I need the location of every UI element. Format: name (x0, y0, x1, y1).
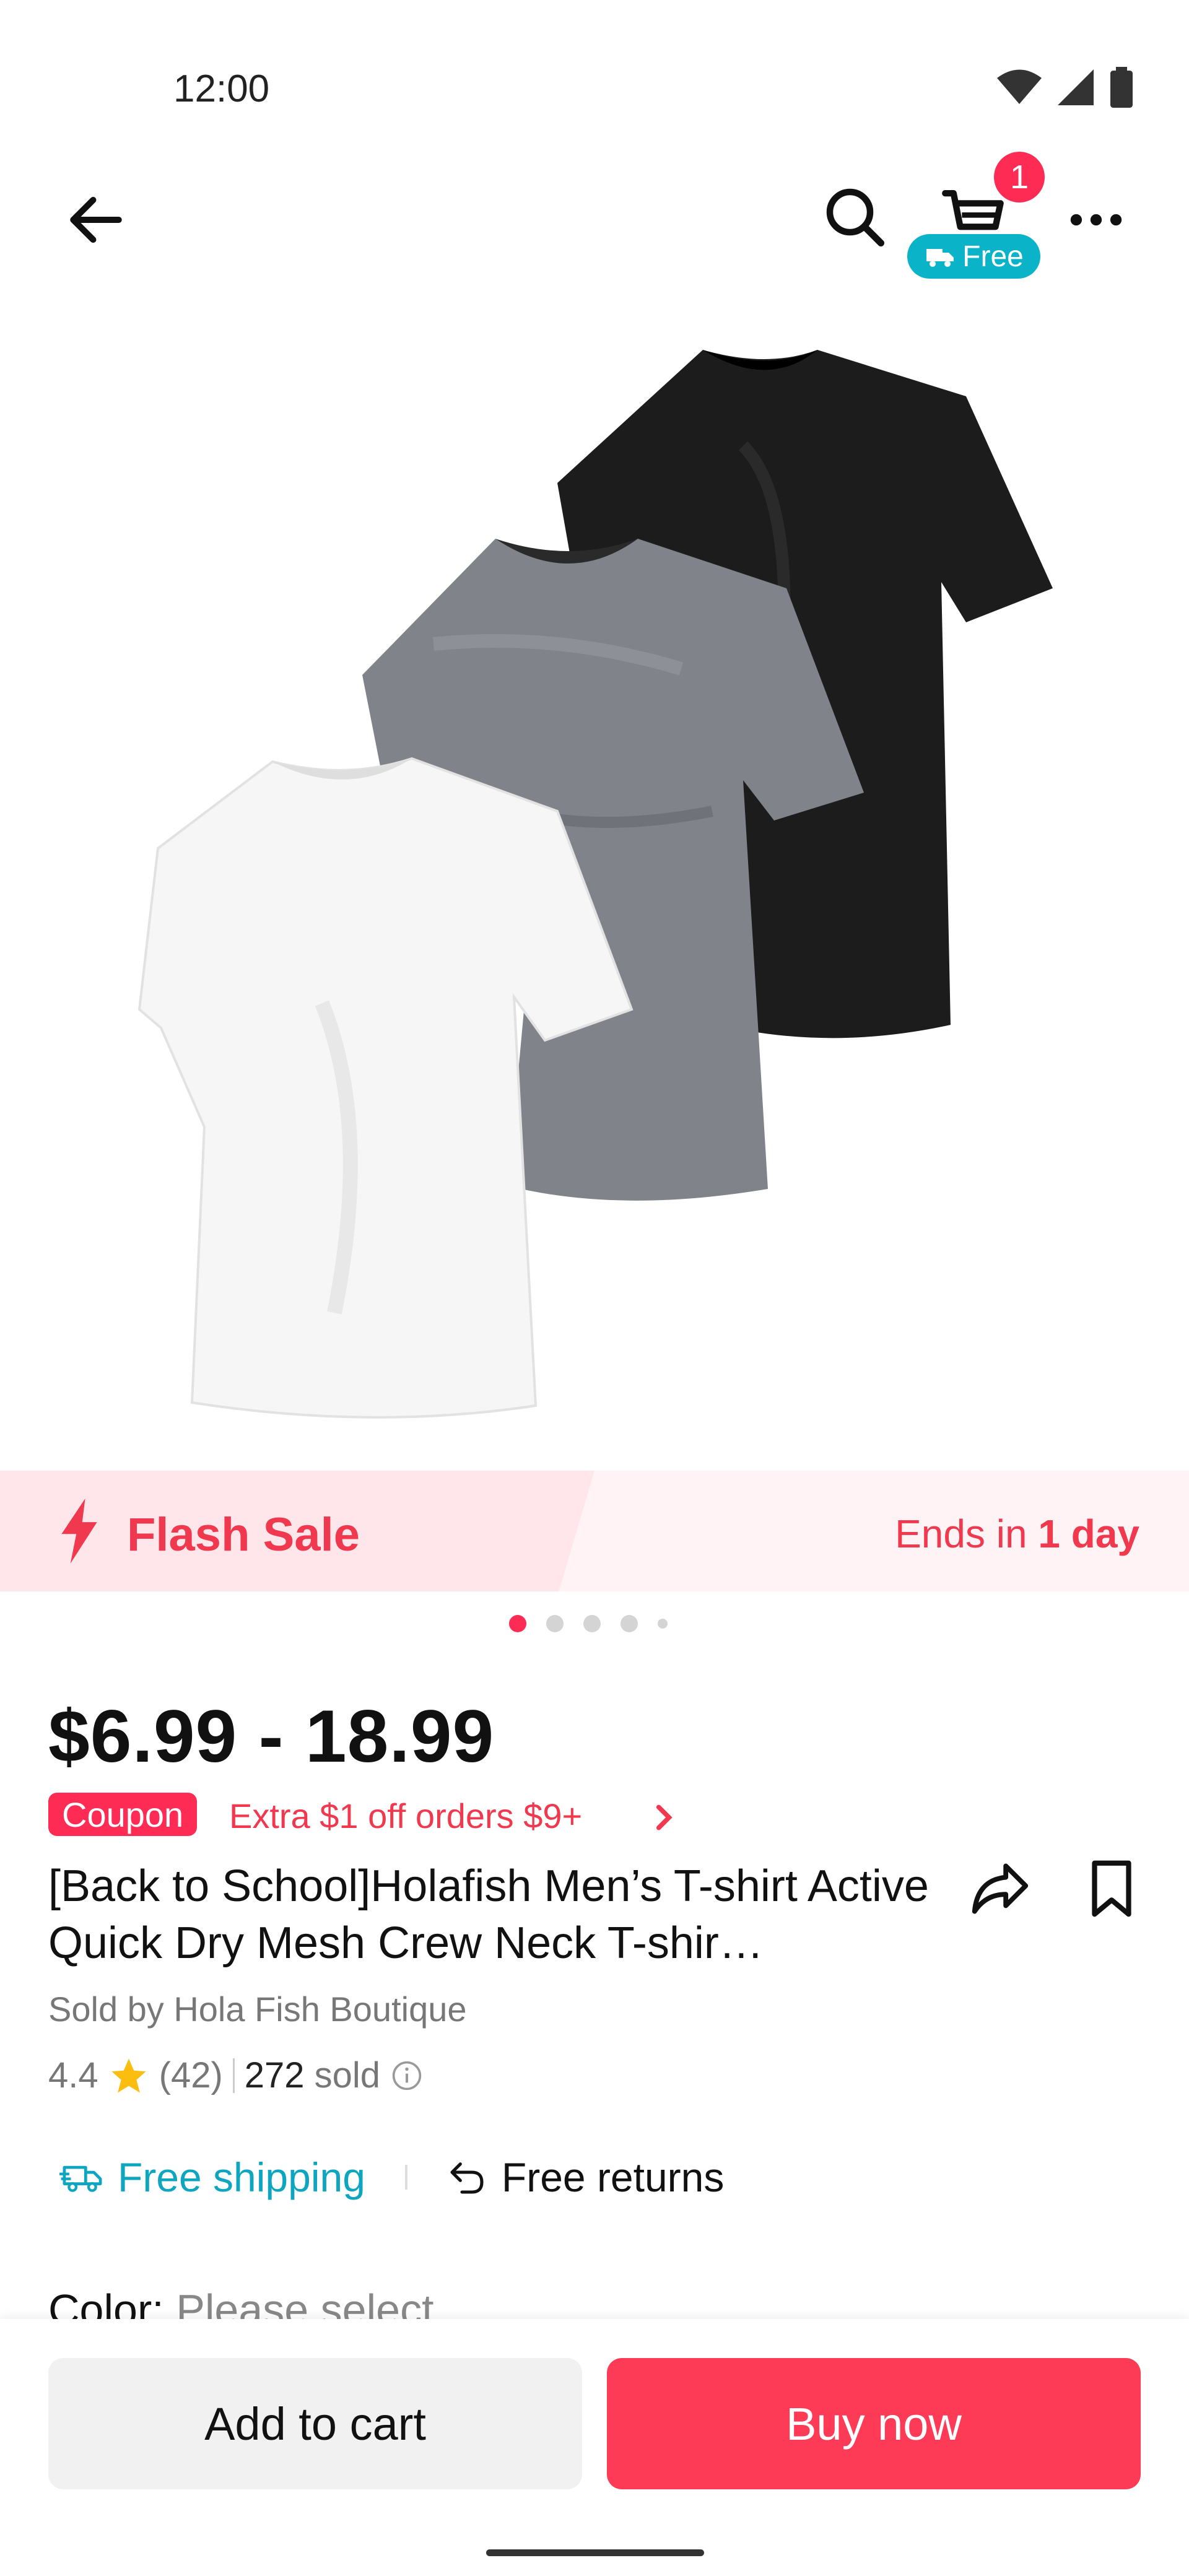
home-indicator[interactable] (486, 2549, 704, 2556)
bookmark-icon[interactable] (1078, 1855, 1146, 1923)
carousel-dot (621, 1615, 638, 1632)
status-icons (997, 67, 1133, 108)
coupon-tag[interactable]: Coupon (48, 1793, 198, 1836)
cellular-icon (1058, 69, 1094, 105)
review-count: (42) (159, 2055, 223, 2095)
wifi-icon (997, 69, 1042, 104)
carousel-dot (583, 1615, 601, 1632)
coupon-offer-text[interactable]: Extra $1 off orders $9+ (229, 1796, 582, 1836)
back-arrow-icon[interactable] (62, 186, 130, 254)
rating-score: 4.4 (48, 2055, 98, 2095)
search-icon[interactable] (817, 180, 892, 254)
free-returns-label: Free returns (501, 2154, 725, 2200)
free-shipping-label: Free shipping (118, 2154, 365, 2200)
rating-row[interactable]: 4.4 (42) 272 sold (48, 2055, 424, 2096)
product-price: $6.99 - 18.99 (48, 1695, 495, 1778)
share-icon[interactable] (966, 1855, 1034, 1923)
free-shipping[interactable]: Free shipping (59, 2154, 365, 2201)
carousel-indicator (509, 1615, 668, 1632)
carousel-dot (658, 1619, 668, 1629)
shipping-returns-row[interactable]: Free shipping Free returns (59, 2154, 724, 2201)
cart-count-badge: 1 (994, 152, 1045, 202)
product-image[interactable] (0, 322, 1189, 1474)
carousel-dot (546, 1615, 564, 1632)
lightning-icon (61, 1499, 97, 1564)
truck-icon (926, 249, 954, 267)
free-pill-label: Free (962, 240, 1024, 273)
add-to-cart-button[interactable]: Add to cart (48, 2358, 582, 2489)
free-shipping-pill: Free (907, 234, 1040, 279)
flash-sale-title: Flash Sale (127, 1508, 360, 1561)
free-returns[interactable]: Free returns (447, 2154, 724, 2201)
battery-icon (1110, 67, 1133, 108)
status-time: 12:00 (173, 67, 270, 110)
info-icon[interactable] (390, 2059, 424, 2092)
more-icon[interactable] (1062, 186, 1130, 254)
divider (232, 2058, 235, 2093)
sold-label: sold (314, 2055, 380, 2095)
sold-count: 272 (244, 2055, 305, 2095)
chevron-right-icon[interactable] (650, 1802, 677, 1833)
carousel-dot (509, 1615, 526, 1632)
return-arrow-icon (450, 2162, 484, 2194)
buy-now-button[interactable]: Buy now (607, 2358, 1141, 2489)
product-title: [Back to School]Holafish Men’s T-shirt A… (48, 1861, 929, 1968)
countdown-value: 1 day (1038, 1512, 1139, 1556)
countdown-prefix: Ends in (895, 1512, 1027, 1556)
seller-name[interactable]: Sold by Hola Fish Boutique (48, 1989, 467, 2029)
divider (404, 2165, 407, 2190)
flash-sale-countdown: Ends in 1 day (895, 1511, 1139, 1557)
truck-icon (59, 2165, 102, 2192)
star-icon (111, 2058, 146, 2092)
